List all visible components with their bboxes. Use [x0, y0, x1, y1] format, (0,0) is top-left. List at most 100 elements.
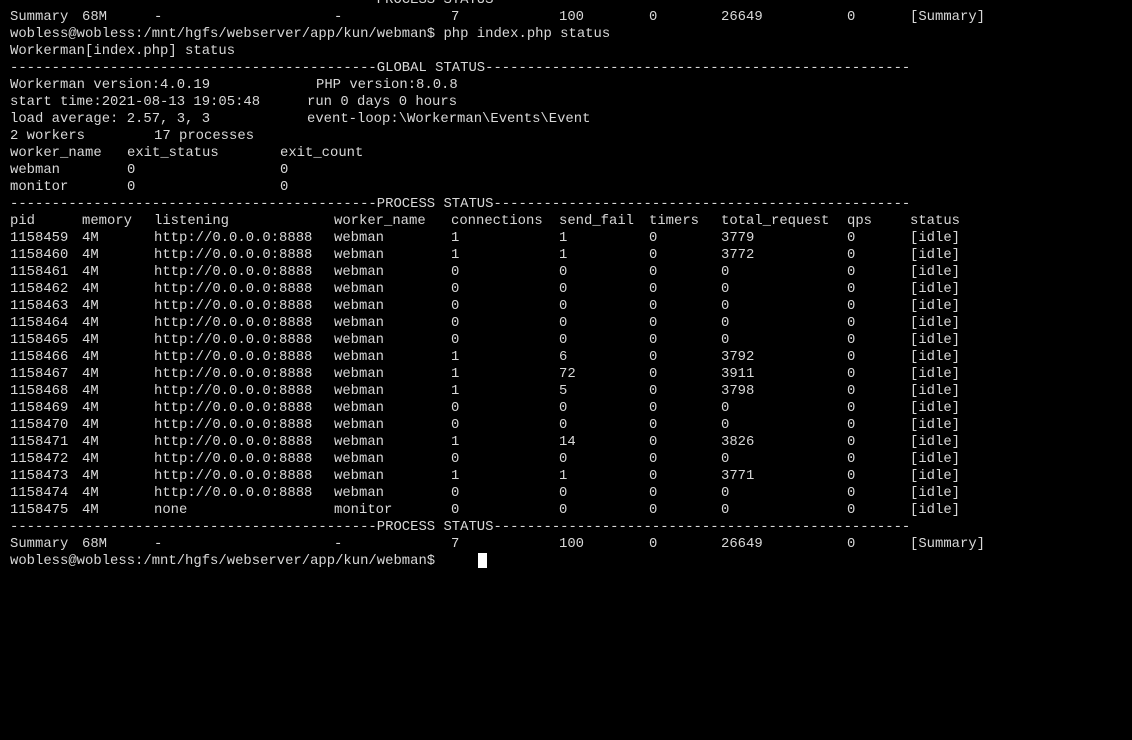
cell-timers: 0	[649, 264, 658, 280]
cell-timers: 0	[649, 315, 658, 331]
cell-memory: 4M	[82, 264, 99, 280]
summary-connections: 7	[451, 9, 460, 25]
separator-text: ----------------------------------------…	[10, 0, 911, 8]
col-header-timers: timers	[649, 213, 700, 229]
global-status-line-4: 2 workers 17 processes	[10, 128, 1125, 145]
cell-connections: 0	[451, 400, 460, 416]
cell-connections: 0	[451, 264, 460, 280]
col-header-exit-count: exit_count	[280, 145, 364, 161]
cell-pid: 1158464	[10, 315, 69, 331]
cell-connections: 0	[451, 298, 460, 314]
cell-listening: http://0.0.0.0:8888	[154, 247, 313, 263]
cell-listening: http://0.0.0.0:8888	[154, 468, 313, 484]
cell-worker-name: webman	[334, 230, 385, 246]
cell-send-fail: 14	[559, 434, 576, 450]
process-row: 1158472 4M http://0.0.0.0:8888 webman 0 0 0 0 0 […	[10, 451, 1125, 468]
cell-worker-name: webman	[334, 264, 385, 280]
col-header-memory: memory	[82, 213, 133, 229]
cell-connections: 1	[451, 349, 460, 365]
summary-status: [Summary]	[910, 9, 986, 25]
cell-qps: 0	[847, 451, 856, 467]
cell-pid: 1158459	[10, 230, 69, 246]
cell-qps: 0	[847, 281, 856, 297]
cell-memory: 4M	[82, 502, 99, 518]
cell-status: [idle]	[910, 230, 961, 246]
cell-worker-name: webman	[334, 400, 385, 416]
summary-status: [Summary]	[910, 536, 986, 552]
prompt-line[interactable]: wobless@wobless:/mnt/hgfs/webserver/app/…	[10, 553, 1125, 570]
cell-qps: 0	[847, 315, 856, 331]
cell-timers: 0	[649, 247, 658, 263]
terminal-window[interactable]: { "colors": { "background": "#000000", "…	[0, 0, 1132, 600]
cell-listening: http://0.0.0.0:8888	[154, 434, 313, 450]
process-row: 1158475 4M none monitor 0 0 0 0 0 [idle]	[10, 502, 1125, 519]
cell-send-fail: 0	[559, 298, 568, 314]
cell-status: [idle]	[910, 417, 961, 433]
cell-total-request: 0	[721, 485, 730, 501]
worker-table-row: webman 0 0	[10, 162, 1125, 179]
process-row: 1158465 4M http://0.0.0.0:8888 webman 0 0 0 0 0 […	[10, 332, 1125, 349]
global-status-line-2: start time:2021-08-13 19:05:48 run 0 day…	[10, 94, 1125, 111]
summary-memory: 68M	[82, 9, 108, 25]
workers-count: 2 workers	[10, 128, 86, 144]
cell-pid: 1158467	[10, 366, 69, 382]
exit-count: 0	[280, 162, 289, 178]
cell-qps: 0	[847, 298, 856, 314]
cell-qps: 0	[847, 332, 856, 348]
global-status-line-3: load average: 2.57, 3, 3 event-loop:\Wor…	[10, 111, 1125, 128]
cell-qps: 0	[847, 400, 856, 416]
cell-listening: http://0.0.0.0:8888	[154, 315, 313, 331]
cell-pid: 1158473	[10, 468, 69, 484]
cell-worker-name: webman	[334, 417, 385, 433]
app-status-header-text: Workerman[index.php] status	[10, 43, 236, 59]
separator-process-status-bottom: ----------------------------------------…	[10, 519, 1125, 536]
cell-connections: 0	[451, 485, 460, 501]
text-cursor[interactable]	[478, 553, 487, 568]
cell-send-fail: 0	[559, 332, 568, 348]
cell-total-request: 0	[721, 281, 730, 297]
cell-timers: 0	[649, 366, 658, 382]
cell-connections: 0	[451, 502, 460, 518]
cell-timers: 0	[649, 485, 658, 501]
cell-timers: 0	[649, 417, 658, 433]
cell-worker-name: webman	[334, 451, 385, 467]
cell-status: [idle]	[910, 264, 961, 280]
cell-timers: 0	[649, 281, 658, 297]
cell-send-fail: 0	[559, 281, 568, 297]
exit-status: 0	[127, 179, 136, 195]
cell-memory: 4M	[82, 366, 99, 382]
cell-status: [idle]	[910, 332, 961, 348]
process-row: 1158464 4M http://0.0.0.0:8888 webman 0 0 0 0 0 […	[10, 315, 1125, 332]
cell-timers: 0	[649, 332, 658, 348]
cell-send-fail: 0	[559, 417, 568, 433]
cell-connections: 1	[451, 230, 460, 246]
cell-timers: 0	[649, 349, 658, 365]
cell-status: [idle]	[910, 247, 961, 263]
cell-send-fail: 0	[559, 485, 568, 501]
cell-qps: 0	[847, 417, 856, 433]
cell-status: [idle]	[910, 281, 961, 297]
process-row: 1158461 4M http://0.0.0.0:8888 webman 0 0 0 0 0 […	[10, 264, 1125, 281]
cell-status: [idle]	[910, 366, 961, 382]
cell-send-fail: 5	[559, 383, 568, 399]
cell-worker-name: webman	[334, 315, 385, 331]
cell-connections: 0	[451, 417, 460, 433]
col-header-connections: connections	[451, 213, 543, 229]
cell-qps: 0	[847, 502, 856, 518]
cell-pid: 1158474	[10, 485, 69, 501]
worker-table-row: monitor 0 0	[10, 179, 1125, 196]
summary-send-fail: 100	[559, 9, 585, 25]
cell-listening: http://0.0.0.0:8888	[154, 417, 313, 433]
cell-listening: http://0.0.0.0:8888	[154, 230, 313, 246]
process-row: 1158473 4M http://0.0.0.0:8888 webman 1 1 0 377…	[10, 468, 1125, 485]
summary-total-request: 26649	[721, 536, 763, 552]
cell-listening: http://0.0.0.0:8888	[154, 485, 313, 501]
cell-send-fail: 0	[559, 451, 568, 467]
separator-process-status-top: ----------------------------------------…	[10, 0, 1125, 9]
cell-qps: 0	[847, 230, 856, 246]
cell-worker-name: webman	[334, 468, 385, 484]
col-header-total-request: total_request	[721, 213, 830, 229]
cell-total-request: 3911	[721, 366, 755, 382]
summary-listening: -	[154, 536, 163, 552]
cell-timers: 0	[649, 468, 658, 484]
